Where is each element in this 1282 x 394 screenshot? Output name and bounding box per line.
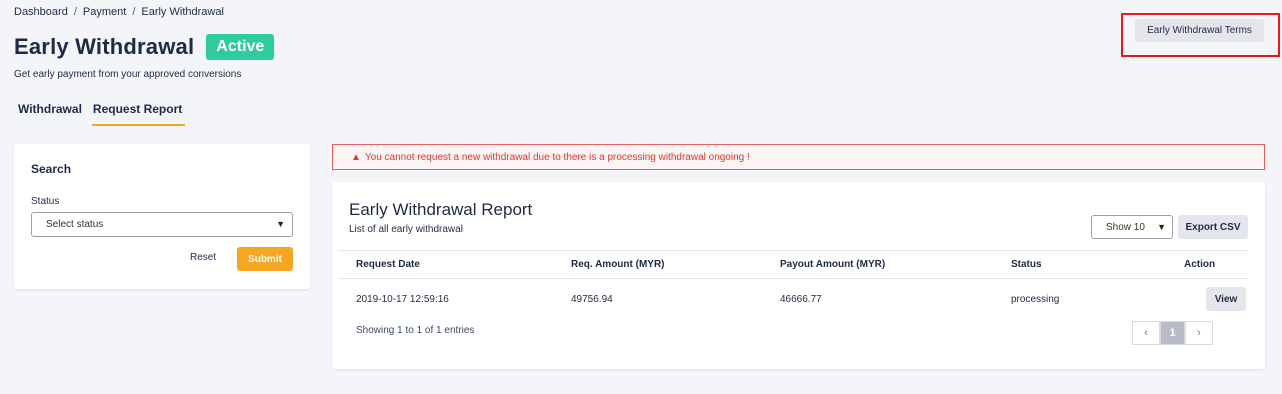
page-title: Early Withdrawal: [14, 34, 195, 59]
table-row: 2019-10-17 12:59:16 49756.94 46666.77 pr…: [338, 279, 1248, 319]
error-alert: ▲ You cannot request a new withdrawal du…: [332, 144, 1265, 170]
reset-button[interactable]: Reset: [190, 252, 216, 263]
cell-payout-amount: 46666.77: [780, 293, 822, 305]
next-page-button[interactable]: ›: [1185, 321, 1213, 345]
tab-bar: Withdrawal Request Report: [18, 102, 186, 126]
column-header: Action: [1184, 259, 1216, 270]
column-header: Status: [1011, 259, 1042, 270]
page-button-current[interactable]: 1: [1160, 321, 1185, 345]
column-header: Req. Amount (MYR): [571, 259, 665, 270]
breadcrumb-dashboard[interactable]: Dashboard: [14, 6, 68, 18]
status-badge: Active: [206, 34, 275, 60]
column-header: Request Date: [356, 259, 420, 270]
breadcrumb-separator: /: [73, 6, 77, 18]
caret-down-icon: ▼: [1157, 222, 1166, 232]
tab-request-report[interactable]: Request Report: [91, 102, 186, 126]
status-label: Status: [31, 196, 60, 207]
submit-button[interactable]: Submit: [237, 247, 293, 271]
page-size-select[interactable]: Show 10 ▼: [1091, 215, 1173, 239]
report-subtitle: List of all early withdrawal: [349, 224, 463, 235]
cell-status: processing: [1011, 293, 1060, 305]
entries-info: Showing 1 to 1 of 1 entries: [356, 325, 475, 336]
status-select[interactable]: Select status ▼: [31, 212, 293, 237]
breadcrumb-payment[interactable]: Payment: [83, 6, 126, 18]
search-title: Search: [31, 162, 72, 176]
prev-page-button[interactable]: ‹: [1132, 321, 1160, 345]
breadcrumb-early-withdrawal: Early Withdrawal: [141, 6, 224, 18]
status-select-value: Select status: [46, 219, 104, 230]
breadcrumb: Dashboard / Payment / Early Withdrawal: [14, 6, 224, 18]
early-withdrawal-terms-button[interactable]: Early Withdrawal Terms: [1135, 19, 1264, 42]
alert-message: You cannot request a new withdrawal due …: [364, 151, 750, 163]
report-title: Early Withdrawal Report: [349, 200, 533, 219]
report-table: Request Date Req. Amount (MYR) Payout Am…: [338, 250, 1248, 319]
cell-request-date: 2019-10-17 12:59:16: [356, 293, 449, 305]
export-csv-button[interactable]: Export CSV: [1178, 215, 1248, 239]
warning-icon: ▲: [351, 151, 361, 163]
tab-withdrawal[interactable]: Withdrawal: [18, 102, 82, 126]
page-subtitle: Get early payment from your approved con…: [14, 69, 242, 80]
caret-down-icon: ▼: [276, 219, 285, 229]
view-button[interactable]: View: [1206, 287, 1246, 311]
pagination: ‹ 1 ›: [1132, 321, 1213, 345]
column-header: Payout Amount (MYR): [780, 259, 886, 270]
report-panel: Early Withdrawal Report List of all earl…: [332, 182, 1265, 369]
search-panel: Search Status Select status ▼ Reset Subm…: [14, 144, 310, 289]
table-header: Request Date Req. Amount (MYR) Payout Am…: [338, 250, 1248, 279]
breadcrumb-separator: /: [132, 6, 136, 18]
page-size-value: Show 10: [1106, 221, 1145, 233]
title-row: Early Withdrawal Active: [14, 34, 275, 60]
cell-req-amount: 49756.94: [571, 293, 613, 305]
